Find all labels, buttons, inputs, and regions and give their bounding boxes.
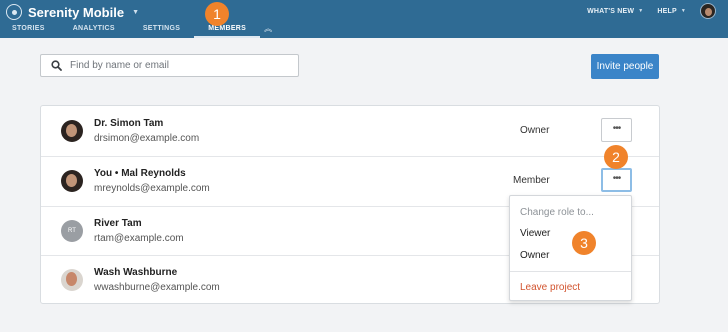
member-role: Owner	[520, 125, 550, 136]
member-email: drsimon@example.com	[94, 133, 200, 144]
search-input[interactable]	[70, 60, 290, 71]
step-marker-2: 2	[604, 145, 628, 169]
tab-analytics[interactable]: ANALYTICS	[59, 22, 129, 38]
right-nav: WHAT'S NEW ▼ HELP ▼	[587, 0, 728, 22]
member-search[interactable]	[40, 54, 299, 77]
member-role: Member	[513, 175, 550, 186]
member-name: Wash Washburne	[94, 267, 178, 278]
avatar	[61, 120, 83, 142]
avatar	[61, 170, 83, 192]
step-marker-3: 3	[572, 231, 596, 255]
leave-project-item[interactable]: Leave project	[520, 282, 580, 293]
menu-item-viewer[interactable]: Viewer	[520, 228, 550, 239]
top-bar: Serenity Mobile ▼ STORIES ANALYTICS SETT…	[0, 0, 728, 38]
user-avatar[interactable]	[700, 3, 716, 19]
search-icon	[51, 60, 62, 71]
project-switcher[interactable]: Serenity Mobile ▼	[6, 4, 139, 20]
tab-members[interactable]: MEMBERS	[194, 22, 261, 38]
whats-new-menu[interactable]: WHAT'S NEW ▼	[587, 8, 643, 15]
menu-item-owner[interactable]: Owner	[520, 250, 549, 261]
chevron-down-icon: ▼	[132, 8, 140, 16]
project-title: Serenity Mobile	[28, 4, 125, 20]
menu-divider	[510, 271, 631, 272]
tab-stories[interactable]: STORIES	[0, 22, 59, 38]
invite-people-button[interactable]: Invite people	[591, 54, 659, 79]
member-actions-menu: Change role to... Viewer Owner Leave pro…	[509, 195, 632, 301]
help-menu[interactable]: HELP ▼	[657, 8, 686, 15]
help-label: HELP	[657, 7, 677, 15]
collapse-chevron-icon[interactable]: ︽	[260, 22, 276, 38]
member-row: Dr. Simon Tam drsimon@example.com Owner …	[41, 106, 659, 156]
tab-settings[interactable]: SETTINGS	[129, 22, 194, 38]
member-email: wwashburne@example.com	[94, 282, 220, 293]
whats-new-label: WHAT'S NEW	[587, 7, 635, 15]
member-actions-button[interactable]: •••	[601, 168, 632, 192]
avatar	[61, 269, 83, 291]
member-email: mreynolds@example.com	[94, 183, 210, 194]
member-actions-button[interactable]: •••	[601, 118, 632, 142]
project-logo-icon	[6, 4, 22, 20]
tab-bar: STORIES ANALYTICS SETTINGS MEMBERS ︽	[0, 22, 276, 38]
member-name: Dr. Simon Tam	[94, 118, 164, 129]
step-marker-1: 1	[205, 2, 229, 26]
chevron-down-icon: ▼	[638, 8, 644, 14]
avatar: RT	[61, 220, 83, 242]
chevron-down-icon: ▼	[680, 8, 686, 14]
member-email: rtam@example.com	[94, 233, 184, 244]
change-role-header: Change role to...	[520, 207, 594, 218]
member-name: River Tam	[94, 218, 142, 229]
member-name: You • Mal Reynolds	[94, 168, 186, 179]
